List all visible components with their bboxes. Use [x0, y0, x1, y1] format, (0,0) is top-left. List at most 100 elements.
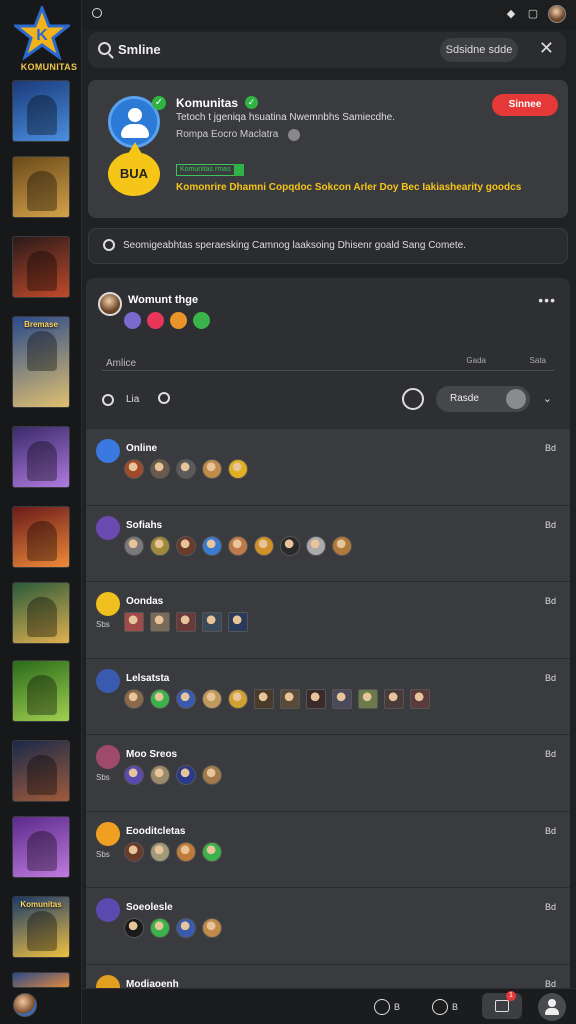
member-avatar[interactable] — [254, 688, 274, 709]
reaction-icon[interactable] — [147, 312, 164, 329]
game-tile-caption: Komunitas — [20, 900, 62, 909]
member-avatar[interactable] — [150, 459, 170, 479]
member-avatar[interactable] — [332, 688, 352, 709]
sort-pill[interactable]: Rasde — [436, 386, 530, 412]
member-avatar[interactable] — [306, 535, 326, 556]
member-avatar[interactable] — [124, 688, 144, 709]
member-avatar[interactable] — [150, 841, 170, 862]
member-avatar[interactable] — [358, 688, 378, 709]
group-name: Soeolesle — [126, 902, 173, 913]
profile-avatar[interactable] — [548, 5, 566, 23]
member-avatar[interactable] — [150, 612, 170, 632]
top-icons: ◆ ▢ — [504, 5, 566, 23]
member-avatar[interactable] — [124, 535, 144, 556]
group-row[interactable]: Modiaoenh Bd — [86, 963, 570, 988]
member-avatar[interactable] — [332, 535, 352, 556]
member-avatar[interactable] — [176, 535, 196, 556]
tab-right-1[interactable]: Gada — [466, 356, 486, 365]
info-icon[interactable] — [288, 129, 300, 141]
chat-button[interactable]: B — [432, 995, 458, 1019]
member-avatar[interactable] — [202, 535, 222, 556]
game-tile[interactable] — [12, 660, 70, 722]
member-avatar[interactable] — [176, 688, 196, 709]
member-avatar[interactable] — [254, 535, 274, 556]
member-avatar[interactable] — [176, 612, 196, 632]
reaction-icon[interactable] — [170, 312, 187, 329]
group-row[interactable]: Lelsatsta Bd — [86, 657, 570, 734]
reaction-icon[interactable] — [193, 312, 210, 329]
game-tile[interactable] — [12, 816, 70, 878]
group-row[interactable]: Eooditcletas Bd Sbs — [86, 810, 570, 887]
member-avatar[interactable] — [150, 688, 170, 709]
game-tile[interactable] — [12, 506, 70, 568]
member-avatar[interactable] — [176, 918, 196, 938]
tab-right-2[interactable]: Sata — [530, 356, 546, 365]
chevron-down-icon[interactable]: ⌄ — [543, 392, 552, 405]
search-filter-pill[interactable]: Sdsidne sdde — [440, 38, 518, 62]
member-avatar[interactable] — [202, 612, 222, 632]
member-avatar[interactable] — [202, 918, 222, 938]
notifications-icon[interactable]: ◆ — [504, 7, 518, 21]
community-search[interactable]: Seomigeabhtas speraesking Camnog laaksoi… — [88, 228, 568, 264]
window-icon[interactable]: ▢ — [526, 7, 540, 21]
member-avatar[interactable] — [202, 688, 222, 709]
settings-icon[interactable] — [92, 8, 102, 18]
member-avatar[interactable] — [124, 459, 144, 479]
member-avatar[interactable] — [228, 535, 248, 556]
member-avatar[interactable] — [228, 459, 248, 479]
game-tile[interactable] — [12, 236, 70, 298]
join-button[interactable]: Sinnee — [492, 94, 558, 116]
community-search-placeholder[interactable]: Seomigeabhtas speraesking Camnog laaksoi… — [123, 240, 466, 251]
member-avatar[interactable] — [306, 688, 326, 709]
member-avatar[interactable] — [280, 688, 300, 709]
member-avatar[interactable] — [176, 459, 196, 479]
member-avatar[interactable] — [124, 918, 144, 938]
search-icon[interactable] — [158, 392, 170, 404]
game-tile[interactable] — [12, 740, 70, 802]
tool-label[interactable]: Lia — [126, 394, 139, 405]
member-avatar[interactable] — [410, 688, 430, 709]
member-avatar[interactable] — [202, 459, 222, 479]
member-avatar[interactable] — [228, 612, 248, 632]
game-tile[interactable] — [12, 156, 70, 218]
member-avatar[interactable] — [176, 841, 196, 862]
game-tile[interactable] — [12, 582, 70, 644]
more-options-icon[interactable]: ••• — [538, 292, 556, 308]
group-row[interactable]: Soeolesle Bd — [86, 887, 570, 964]
status-icon[interactable] — [102, 394, 114, 406]
group-row[interactable]: Online Bd — [86, 428, 570, 505]
group-count: Bd — [544, 825, 556, 836]
member-avatar[interactable] — [384, 688, 404, 709]
group-row[interactable]: Sofiahs Bd — [86, 504, 570, 581]
activity-button[interactable]: B — [374, 995, 400, 1019]
member-avatar[interactable] — [202, 841, 222, 862]
game-tile[interactable]: Komunitas — [12, 896, 70, 958]
game-tile[interactable] — [12, 972, 70, 988]
member-avatar[interactable] — [202, 765, 222, 785]
member-avatar[interactable] — [176, 765, 196, 785]
member-avatar[interactable] — [150, 918, 170, 938]
search-query[interactable]: Smline — [118, 42, 161, 57]
calendar-button[interactable]: 1 — [482, 991, 522, 1019]
search-bar[interactable]: Smline Sdsidne sdde ✕ — [88, 32, 566, 68]
account-button[interactable] — [538, 993, 566, 1021]
member-avatar[interactable] — [124, 765, 144, 785]
camera-icon[interactable] — [402, 388, 424, 410]
member-avatar[interactable] — [228, 688, 248, 709]
member-avatar[interactable] — [124, 841, 144, 862]
tab-label[interactable]: Amlice — [106, 358, 136, 369]
game-tile[interactable] — [12, 426, 70, 488]
close-icon[interactable]: ✕ — [539, 38, 554, 58]
member-avatar[interactable] — [124, 612, 144, 632]
group-row[interactable]: Oondas Bd Sbs — [86, 581, 570, 658]
game-tile[interactable] — [12, 80, 70, 142]
member-avatar[interactable] — [280, 535, 300, 556]
user-avatar[interactable] — [13, 993, 37, 1017]
panel-avatar[interactable] — [98, 292, 122, 316]
group-row[interactable]: Moo Sreos Bd Sbs — [86, 734, 570, 811]
app-logo[interactable]: K KOMUNITAS — [8, 6, 77, 72]
member-avatar[interactable] — [150, 765, 170, 785]
reaction-icon[interactable] — [124, 312, 141, 329]
member-avatar[interactable] — [150, 535, 170, 556]
game-tile[interactable]: Bremase — [12, 316, 70, 408]
